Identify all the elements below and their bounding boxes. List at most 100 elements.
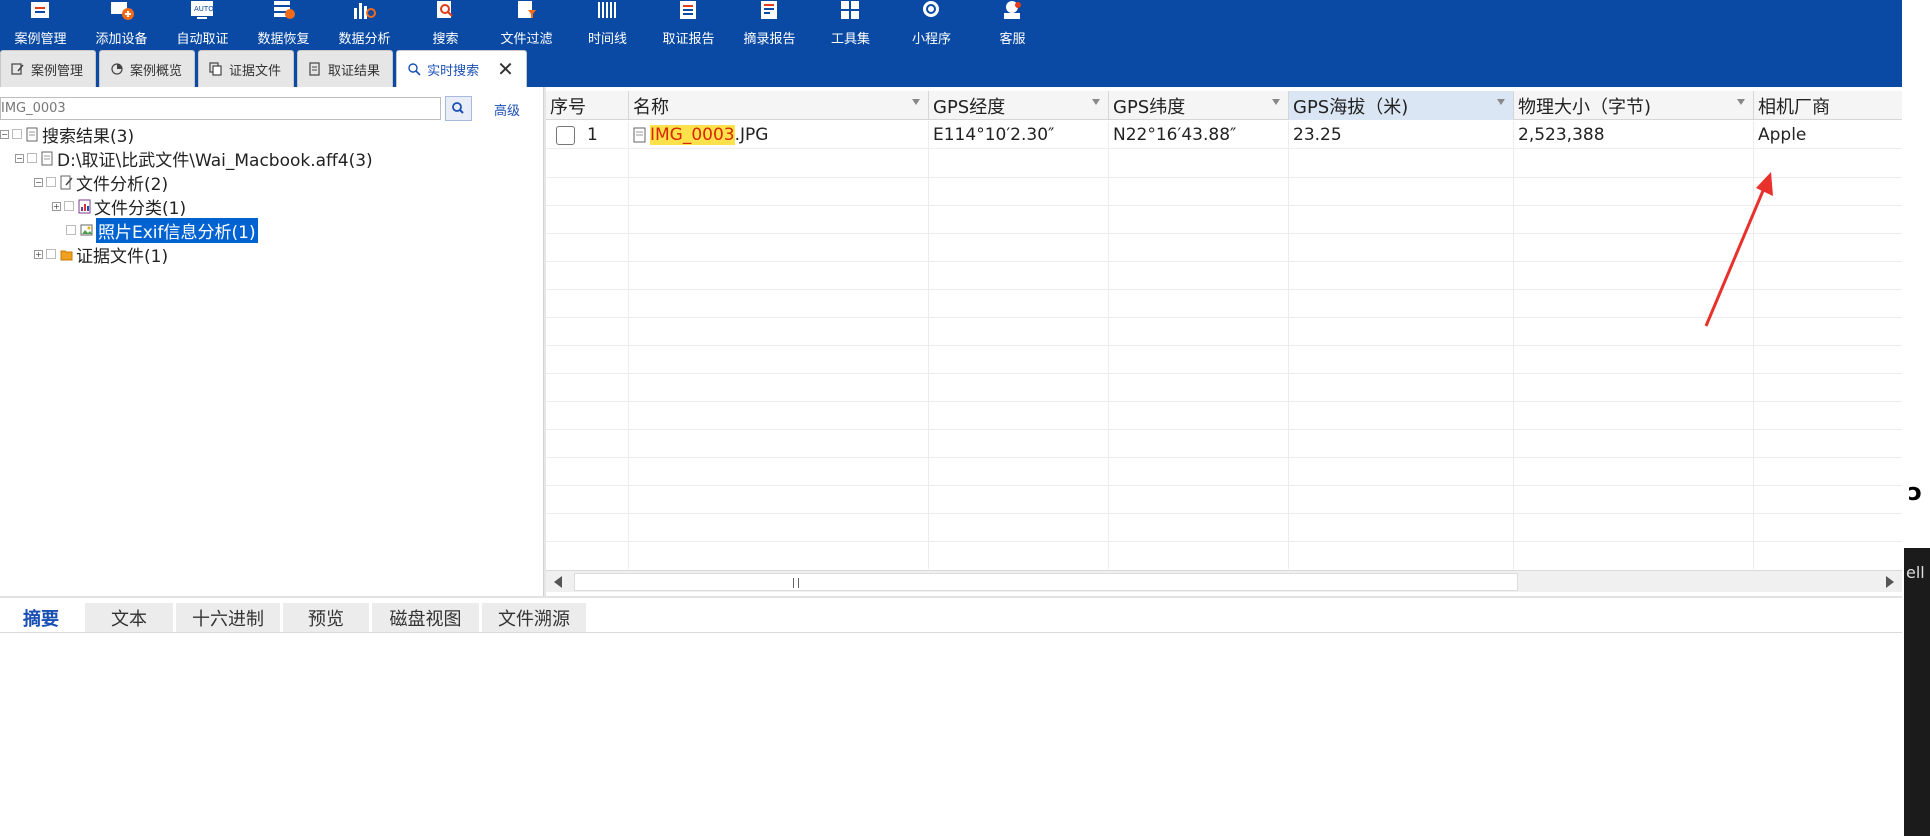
data-analysis-button[interactable]: 数据分析 bbox=[324, 0, 405, 50]
auto-forensics-icon: AUTO bbox=[191, 1, 214, 19]
grid-header: 序号 名称 GPS经度 GPS纬度 GPS海拔（米) 物理大小（字节) 相机厂商 bbox=[546, 91, 1902, 120]
tree-checkbox[interactable] bbox=[64, 201, 74, 211]
tab-label: 案例管理 bbox=[31, 63, 84, 79]
tab-underline bbox=[0, 632, 1902, 633]
column-header-gps-lat[interactable]: GPS纬度 bbox=[1109, 91, 1289, 120]
column-header-physical-size[interactable]: 物理大小（字节) bbox=[1514, 91, 1754, 120]
column-header-gps-alt[interactable]: GPS海拔（米) bbox=[1289, 91, 1514, 120]
horizontal-splitter[interactable] bbox=[0, 596, 1902, 598]
expand-icon[interactable]: + bbox=[52, 201, 61, 211]
tree-node-file-category[interactable]: + 文件分类(1) bbox=[52, 195, 186, 219]
tree-checkbox[interactable] bbox=[66, 225, 76, 235]
column-header-index[interactable]: 序号 bbox=[546, 91, 629, 120]
column-header-gps-lon[interactable]: GPS经度 bbox=[929, 91, 1109, 120]
grip-icon bbox=[793, 578, 799, 588]
mini-program-button[interactable]: 小程序 bbox=[891, 0, 972, 50]
add-device-button[interactable]: 添加设备 bbox=[81, 0, 162, 50]
tree-node-evidence-path[interactable]: − D:\取证\比武文件\Wai_Macbook.aff4(3) bbox=[15, 147, 373, 171]
column-title: 相机厂商 bbox=[1758, 96, 1830, 118]
tree-checkbox[interactable] bbox=[27, 153, 37, 163]
tab-text[interactable]: 文本 bbox=[85, 603, 173, 632]
close-icon[interactable]: ✕ bbox=[497, 59, 514, 79]
case-manage-button[interactable]: 案例管理 bbox=[0, 0, 81, 50]
advanced-search-link[interactable]: 高级 bbox=[494, 100, 520, 119]
forensic-report-button[interactable]: 取证报告 bbox=[648, 0, 729, 50]
partial-text: ell bbox=[1906, 563, 1925, 582]
tab-label: 证据文件 bbox=[229, 63, 282, 79]
timeline-icon bbox=[598, 2, 616, 18]
toolkit-button[interactable]: 工具集 bbox=[810, 0, 891, 50]
tool-label: 搜索 bbox=[432, 32, 459, 47]
tab-hex[interactable]: 十六进制 bbox=[176, 603, 280, 632]
search-tool-button[interactable]: 搜索 bbox=[405, 0, 486, 50]
file-filter-button[interactable]: 文件过滤 bbox=[486, 0, 567, 50]
customer-service-button[interactable]: 客服 bbox=[972, 0, 1053, 50]
scroll-right-icon[interactable] bbox=[1886, 576, 1894, 588]
tab-case-manage[interactable]: 案例管理 bbox=[0, 50, 97, 87]
filter-icon[interactable] bbox=[1737, 99, 1745, 105]
column-header-camera-vendor[interactable]: 相机厂商 bbox=[1754, 91, 1902, 120]
tree-label: 证据文件(1) bbox=[76, 246, 169, 267]
collapse-icon[interactable]: − bbox=[34, 177, 43, 187]
tab-label: 取证结果 bbox=[328, 63, 381, 79]
tree-checkbox[interactable] bbox=[12, 129, 22, 139]
tab-preview[interactable]: 预览 bbox=[283, 603, 369, 632]
tool-label: 数据分析 bbox=[338, 32, 391, 47]
tree-node-evidence-files[interactable]: + 证据文件(1) bbox=[34, 243, 169, 267]
timeline-button[interactable]: 时间线 bbox=[567, 0, 648, 50]
tree-node-file-analysis[interactable]: − 文件分析(2) bbox=[34, 171, 168, 195]
detail-tab-bar: 摘要 文本 十六进制 预览 磁盘视图 文件溯源 bbox=[0, 603, 589, 632]
data-recovery-button[interactable]: 数据恢复 bbox=[243, 0, 324, 50]
tree-label: 照片Exif信息分析(1) bbox=[96, 217, 258, 243]
column-title: GPS纬度 bbox=[1113, 96, 1186, 118]
auto-forensics-button[interactable]: AUTO 自动取证 bbox=[162, 0, 243, 50]
data-analysis-icon bbox=[354, 3, 376, 19]
file-icon bbox=[41, 151, 53, 165]
data-recovery-icon bbox=[274, 1, 295, 19]
file-filter-icon bbox=[518, 1, 536, 18]
tab-summary[interactable]: 摘要 bbox=[0, 603, 82, 632]
filter-icon[interactable] bbox=[912, 99, 920, 105]
tool-label: 案例管理 bbox=[14, 32, 67, 47]
scrollbar-thumb[interactable] bbox=[574, 573, 1518, 591]
customer-service-icon bbox=[1004, 1, 1021, 19]
image-icon bbox=[80, 224, 93, 235]
tree-checkbox[interactable] bbox=[46, 249, 56, 259]
copy-icon bbox=[209, 62, 222, 76]
edit-document-icon bbox=[60, 175, 73, 189]
scroll-left-icon[interactable] bbox=[554, 576, 562, 588]
search-button[interactable] bbox=[445, 96, 472, 121]
tool-label: 时间线 bbox=[587, 32, 627, 47]
ribbon: 案例管理 添加设备 AUTO 自动取证 数据恢复 数据分析 搜索 文件过滤 时间… bbox=[0, 0, 1902, 87]
edit-icon bbox=[11, 63, 24, 75]
tab-forensic-results[interactable]: 取证结果 bbox=[297, 50, 394, 87]
excerpt-report-button[interactable]: 摘录报告 bbox=[729, 0, 810, 50]
collapse-icon[interactable]: − bbox=[0, 129, 9, 139]
tool-label: 工具集 bbox=[830, 32, 870, 47]
category-chart-icon bbox=[78, 199, 91, 213]
tab-evidence-files[interactable]: 证据文件 bbox=[198, 50, 295, 87]
filter-icon[interactable] bbox=[1272, 99, 1280, 105]
background-window-edge: ↄ ell bbox=[1902, 0, 1930, 836]
document-icon bbox=[309, 62, 320, 76]
partial-glyph: ↄ bbox=[1908, 478, 1923, 506]
tab-bar: 案例管理 案例概览 证据文件 取证结果 实时搜索 ✕ bbox=[0, 50, 530, 87]
tree-label: 搜索结果(3) bbox=[42, 126, 135, 147]
expand-icon[interactable]: + bbox=[34, 249, 43, 259]
column-header-name[interactable]: 名称 bbox=[629, 91, 929, 120]
search-input[interactable] bbox=[0, 97, 441, 120]
tree-node-search-results[interactable]: − 搜索结果(3) bbox=[0, 123, 135, 147]
tree-checkbox[interactable] bbox=[46, 177, 56, 187]
tab-case-overview[interactable]: 案例概览 bbox=[99, 50, 196, 87]
tab-disk-view[interactable]: 磁盘视图 bbox=[372, 603, 479, 632]
tab-realtime-search[interactable]: 实时搜索 ✕ bbox=[396, 50, 527, 87]
search-icon bbox=[408, 63, 421, 76]
tab-file-trace[interactable]: 文件溯源 bbox=[482, 603, 586, 632]
tool-label: 摘录报告 bbox=[743, 32, 796, 47]
filter-icon[interactable] bbox=[1497, 99, 1505, 105]
tree-node-exif-analysis[interactable]: 照片Exif信息分析(1) bbox=[66, 217, 258, 243]
collapse-icon[interactable]: − bbox=[15, 153, 24, 163]
column-title: GPS经度 bbox=[933, 96, 1006, 118]
filter-icon[interactable] bbox=[1092, 99, 1100, 105]
horizontal-scrollbar[interactable] bbox=[546, 570, 1902, 592]
